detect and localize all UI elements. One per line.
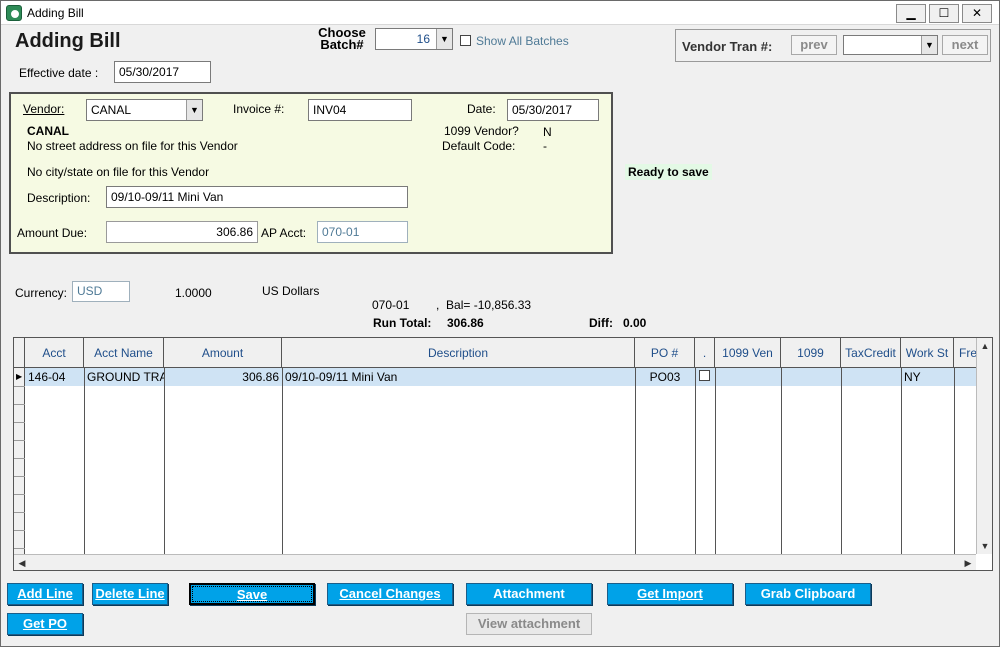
effective-date-label: Effective date : — [19, 66, 99, 80]
cell-acct-name[interactable]: GROUND TRA — [84, 368, 164, 386]
add-line-button[interactable]: Add Line — [7, 583, 83, 605]
close-button[interactable]: ✕ — [962, 4, 992, 23]
column-header-taxcredit[interactable]: TaxCredit — [841, 338, 901, 368]
currency-label: Currency: — [15, 286, 68, 300]
current-row-arrow-icon: ▶ — [16, 372, 23, 381]
app-icon — [6, 5, 22, 21]
delete-line-button[interactable]: Delete Line — [92, 583, 168, 605]
row-selector-gutter: ▶ — [14, 368, 25, 554]
column-header-po[interactable]: PO # — [635, 338, 695, 368]
column-header-acct-name[interactable]: Acct Name — [84, 338, 164, 368]
status-badge: Ready to save — [625, 164, 712, 180]
column-header-amount[interactable]: Amount — [164, 338, 282, 368]
invoice-input[interactable]: INV04 — [308, 99, 412, 121]
vendor-city: No city/state on file for this Vendor — [27, 165, 210, 179]
cell-1099[interactable] — [781, 368, 841, 386]
vendor-address: No street address on file for this Vendo… — [27, 139, 238, 153]
horizontal-scrollbar[interactable]: ◀ ▶ — [14, 554, 976, 570]
vendor-tran-dropdown-arrow-icon[interactable]: ▼ — [921, 36, 937, 54]
column-header-fre[interactable]: Fre — [954, 338, 976, 368]
vendor-1099-value: N — [543, 125, 552, 139]
vendor-tran-label: Vendor Tran #: — [682, 39, 773, 54]
window-title: Adding Bill — [27, 6, 84, 20]
vertical-scrollbar[interactable]: ▲ ▼ — [976, 338, 992, 554]
bill-lines-grid: Acct Acct Name Amount Description PO # .… — [13, 337, 993, 571]
description-label: Description: — [27, 191, 91, 205]
cell-amount[interactable]: 306.86 — [164, 368, 282, 386]
cell-po[interactable]: PO03 — [635, 368, 695, 386]
view-attachment-button[interactable]: View attachment — [466, 613, 592, 635]
column-header-1099[interactable]: 1099 — [781, 338, 841, 368]
grid-corner — [14, 338, 25, 368]
scroll-right-icon[interactable]: ▶ — [960, 555, 976, 571]
table-row[interactable]: 146-04 GROUND TRA 306.86 09/10-09/11 Min… — [25, 368, 976, 386]
diff-label: Diff: — [589, 316, 613, 330]
vendor-value: CANAL — [91, 103, 132, 117]
cell-taxcredit[interactable] — [841, 368, 901, 386]
default-code-value: - — [543, 139, 547, 153]
ap-acct-input[interactable]: 070-01 — [317, 221, 408, 243]
cell-work-st[interactable]: NY — [901, 368, 954, 386]
vendor-1099-label: 1099 Vendor? — [444, 124, 519, 138]
default-code-label: Default Code: — [442, 139, 516, 153]
prev-button[interactable]: prev — [791, 35, 837, 55]
next-button[interactable]: next — [942, 35, 988, 55]
cell-acct[interactable]: 146-04 — [25, 368, 84, 386]
title-bar: Adding Bill ▁ ☐ ✕ — [1, 1, 999, 25]
diff-value: 0.00 — [623, 316, 647, 330]
amount-due-input[interactable]: 306.86 — [106, 221, 258, 243]
maximize-button[interactable]: ☐ — [929, 4, 959, 23]
vendor-select[interactable]: CANAL ▼ — [86, 99, 203, 121]
column-header-work-st[interactable]: Work St — [901, 338, 954, 368]
vendor-dropdown-arrow-icon[interactable]: ▼ — [186, 100, 202, 120]
cell-fre[interactable] — [954, 368, 976, 386]
column-header-dot[interactable]: . — [695, 338, 715, 368]
date-label: Date: — [467, 102, 496, 116]
vendor-label: Vendor: — [23, 102, 65, 116]
batch-select[interactable]: 16 ▼ — [375, 28, 453, 50]
cell-1099-ven[interactable] — [715, 368, 781, 386]
run-total-value: 306.86 — [447, 316, 484, 330]
scroll-down-icon[interactable]: ▼ — [977, 538, 993, 554]
save-button[interactable]: Save — [189, 583, 315, 605]
adding-bill-window: Adding Bill ▁ ☐ ✕ Adding Bill Choose Bat… — [0, 0, 1000, 647]
effective-date-input[interactable]: 05/30/2017 — [114, 61, 211, 83]
column-header-1099-ven[interactable]: 1099 Ven — [715, 338, 781, 368]
scroll-left-icon[interactable]: ◀ — [14, 555, 30, 571]
batch-dropdown-arrow-icon[interactable]: ▼ — [436, 29, 452, 49]
minimize-button[interactable]: ▁ — [896, 4, 926, 23]
currency-rate: 1.0000 — [175, 286, 212, 300]
show-all-batches-label: Show All Batches — [476, 34, 569, 48]
cancel-changes-button[interactable]: Cancel Changes — [327, 583, 453, 605]
description-input[interactable]: 09/10-09/11 Mini Van — [106, 186, 408, 208]
grid-header: Acct Acct Name Amount Description PO # .… — [14, 338, 976, 368]
vendor-panel: Vendor: CANAL ▼ Invoice #: INV04 Date: 0… — [9, 92, 613, 254]
grab-clipboard-button[interactable]: Grab Clipboard — [745, 583, 871, 605]
currency-name: US Dollars — [262, 284, 320, 298]
get-import-button[interactable]: Get Import — [607, 583, 733, 605]
batch-value: 16 — [416, 32, 430, 46]
batch-label: Choose Batch# — [317, 26, 367, 52]
vendor-tran-box: Vendor Tran #: prev ▼ next — [675, 29, 991, 62]
scroll-up-icon[interactable]: ▲ — [977, 338, 993, 354]
vendor-name: CANAL — [27, 124, 69, 138]
page-title: Adding Bill — [15, 30, 121, 52]
run-total-label: Run Total: — [373, 316, 432, 330]
cell-description[interactable]: 09/10-09/11 Mini Van — [282, 368, 635, 386]
show-all-batches-checkbox[interactable] — [460, 35, 471, 46]
attachment-button[interactable]: Attachment — [466, 583, 592, 605]
date-input[interactable]: 05/30/2017 — [507, 99, 599, 121]
amount-due-label: Amount Due: — [17, 226, 88, 240]
ap-acct-label: AP Acct: — [261, 226, 307, 240]
batch-label-line2: Batch# — [320, 37, 364, 52]
account-balance: 070-01 , Bal= -10,856.33 — [372, 298, 532, 312]
column-header-acct[interactable]: Acct — [25, 338, 84, 368]
get-po-button[interactable]: Get PO — [7, 613, 83, 635]
vendor-tran-select[interactable]: ▼ — [843, 35, 938, 55]
cell-checkbox[interactable] — [699, 370, 710, 381]
invoice-label: Invoice #: — [233, 102, 285, 116]
column-header-description[interactable]: Description — [282, 338, 635, 368]
currency-code-input[interactable]: USD — [72, 281, 130, 302]
